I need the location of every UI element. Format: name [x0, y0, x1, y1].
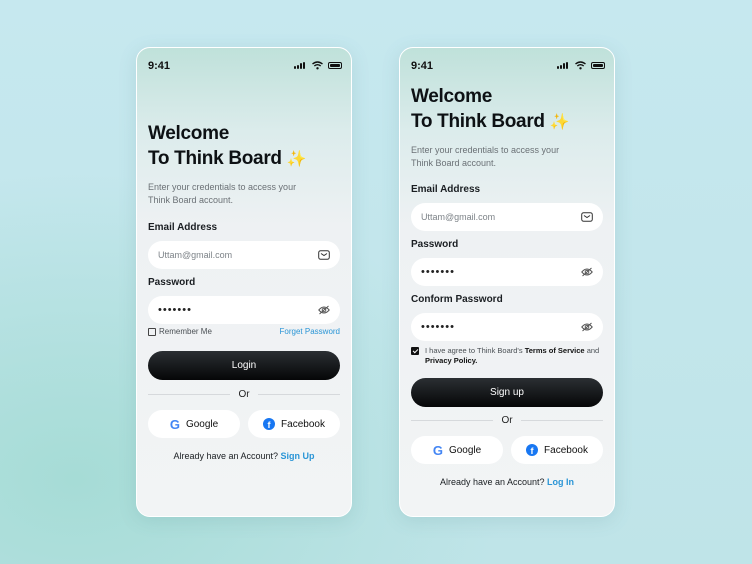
password-label: Password — [411, 239, 459, 250]
title-line-2: To Think Board — [148, 148, 282, 169]
terms-of-service-link[interactable]: Terms of Service — [525, 346, 585, 355]
page-subtitle: Enter your credentials to access your Th… — [411, 145, 560, 168]
eye-off-icon[interactable] — [318, 305, 330, 315]
or-divider: Or — [148, 389, 340, 400]
password-field[interactable]: ••••••• — [148, 296, 340, 324]
wifi-icon — [312, 61, 323, 70]
wifi-icon — [575, 61, 586, 70]
page-subtitle: Enter your credentials to access your Th… — [148, 182, 297, 205]
google-label: Google — [448, 444, 482, 456]
remember-me[interactable]: Remember Me — [148, 327, 212, 336]
facebook-icon: f — [263, 418, 276, 430]
battery-icon — [591, 62, 605, 69]
login-header: Welcome To Think Board ✨ Enter your cred… — [148, 121, 340, 207]
title-line-1: Welcome — [411, 86, 492, 107]
footer-text: Already have an Account? — [439, 477, 545, 487]
remember-label: Remember Me — [159, 327, 212, 336]
email-value: Uttam@gmail.com — [158, 250, 233, 260]
email-field[interactable]: Uttam@gmail.com — [411, 203, 603, 231]
sparkle-icon: ✨ — [286, 151, 307, 168]
or-label: Or — [238, 389, 250, 400]
sign-up-link[interactable]: Sign Up — [281, 451, 315, 461]
email-group: Email Address Uttam@gmail.com — [148, 222, 340, 269]
social-buttons: G Google f Facebook — [148, 410, 340, 438]
confirm-password-label: Conform Password — [411, 294, 503, 305]
title-line-2: To Think Board — [411, 111, 545, 132]
remember-checkbox[interactable] — [148, 327, 156, 336]
eye-off-icon[interactable] — [581, 267, 593, 277]
email-group: Email Address Uttam@gmail.com — [411, 184, 603, 231]
signup-button-wrap: Sign up — [411, 378, 603, 407]
google-label: Google — [185, 418, 219, 430]
signup-screen: 9:41 Welcome To Think Board ✨ Enter your… — [399, 47, 615, 517]
cellular-signal-icon — [557, 62, 568, 69]
confirm-password-value: ••••••• — [421, 321, 455, 333]
password-group: Password ••••••• — [411, 239, 603, 286]
or-divider: Or — [411, 415, 603, 426]
terms-prefix: I have agree to Think Board's — [425, 346, 523, 355]
email-field[interactable]: Uttam@gmail.com — [148, 241, 340, 269]
forget-password-link[interactable]: Forget Password — [280, 327, 340, 336]
confirm-password-group: Conform Password ••••••• — [411, 294, 603, 341]
footer-text: Already have an Account? — [173, 451, 279, 461]
login-button-wrap: Login — [148, 351, 340, 380]
page-title: Welcome To Think Board ✨ — [148, 121, 340, 172]
status-bar: 9:41 — [400, 48, 614, 84]
signup-footer: Already have an Account? Log In — [411, 477, 603, 487]
login-options-row: Remember Me Forget Password — [148, 327, 340, 336]
facebook-label: Facebook — [544, 444, 588, 456]
sparkle-icon: ✨ — [549, 114, 570, 131]
password-label: Password — [148, 277, 196, 288]
terms-row: I have agree to Think Board's Terms of S… — [411, 346, 603, 366]
facebook-button[interactable]: f Facebook — [248, 410, 340, 438]
login-button[interactable]: Login — [148, 351, 340, 380]
password-value: ••••••• — [421, 266, 455, 278]
signup-header: Welcome To Think Board ✨ Enter your cred… — [411, 84, 603, 170]
cellular-signal-icon — [294, 62, 305, 69]
password-value: ••••••• — [158, 304, 192, 316]
battery-icon — [328, 62, 342, 69]
email-label: Email Address — [148, 222, 218, 233]
terms-and: and — [586, 346, 600, 355]
mail-icon — [581, 212, 593, 222]
google-icon: G — [432, 442, 443, 458]
confirm-password-field[interactable]: ••••••• — [411, 313, 603, 341]
google-button[interactable]: G Google — [148, 410, 240, 438]
google-button[interactable]: G Google — [411, 436, 503, 464]
log-in-link[interactable]: Log In — [547, 477, 574, 487]
terms-checkbox[interactable] — [411, 347, 419, 355]
facebook-icon: f — [526, 444, 539, 456]
status-time: 9:41 — [411, 60, 434, 72]
password-group: Password ••••••• — [148, 277, 340, 324]
mail-icon — [318, 250, 330, 260]
title-line-1: Welcome — [148, 123, 229, 144]
page-title: Welcome To Think Board ✨ — [411, 84, 603, 135]
login-footer: Already have an Account? Sign Up — [148, 451, 340, 461]
email-value: Uttam@gmail.com — [421, 212, 496, 222]
password-field[interactable]: ••••••• — [411, 258, 603, 286]
status-bar: 9:41 — [137, 48, 351, 84]
eye-off-icon[interactable] — [581, 322, 593, 332]
privacy-policy-link[interactable]: Privacy Policy. — [425, 356, 477, 365]
social-buttons: G Google f Facebook — [411, 436, 603, 464]
email-label: Email Address — [411, 184, 481, 195]
status-time: 9:41 — [148, 60, 171, 72]
facebook-button[interactable]: f Facebook — [511, 436, 603, 464]
login-screen: 9:41 Welcome To Think Board ✨ Enter your… — [136, 47, 352, 517]
sign-up-button[interactable]: Sign up — [411, 378, 603, 407]
terms-text: I have agree to Think Board's Terms of S… — [425, 346, 603, 366]
facebook-label: Facebook — [281, 418, 325, 430]
or-label: Or — [501, 415, 513, 426]
google-icon: G — [169, 416, 180, 432]
